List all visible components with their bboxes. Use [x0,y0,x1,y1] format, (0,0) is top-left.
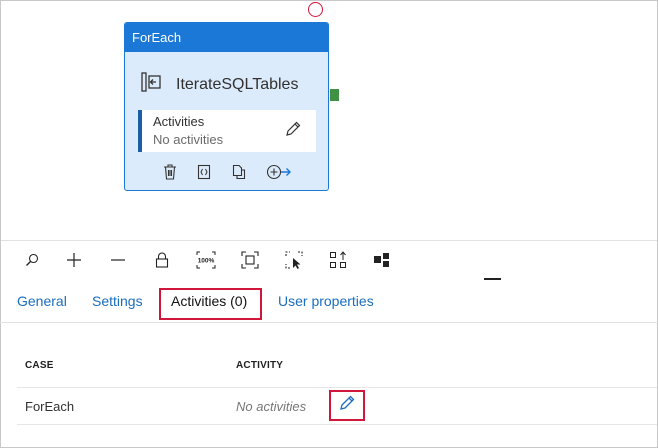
node-name: IterateSQLTables [176,75,299,93]
canvas-toolbar: 100% [1,240,657,277]
zoom-100-icon[interactable]: 100% [195,249,217,271]
zoom-in-icon[interactable] [63,249,85,271]
delete-icon[interactable] [163,164,177,180]
zoom-100-label: 100% [198,258,215,265]
tab-general[interactable]: General [17,293,67,309]
properties-tab-bar: General Settings Activities (0) User pro… [0,282,658,323]
lock-icon[interactable] [151,249,173,271]
column-header-case: CASE [25,360,54,371]
layout-icon[interactable] [371,249,393,271]
add-output-icon[interactable] [266,164,292,180]
activities-tab-highlight [159,288,262,320]
zoom-out-icon[interactable] [107,249,129,271]
node-header: ForEach [125,23,328,52]
case-cell: ForEach [25,399,75,414]
code-icon[interactable] [196,164,212,180]
foreach-activity-node[interactable]: ForEach IterateSQLTables Activities No a… [124,22,329,191]
select-pointer-icon[interactable] [283,249,305,271]
copy-icon[interactable] [231,164,247,180]
highlight-circle [308,2,323,17]
pencil-icon [338,394,356,417]
pencil-icon[interactable] [284,120,302,143]
table-divider [17,387,657,388]
foreach-icon [140,71,162,98]
table-bottom-divider [17,424,657,425]
column-header-activity: ACTIVITY [236,360,284,371]
pipeline-canvas[interactable]: ForEach IterateSQLTables Activities No a… [1,1,657,239]
edit-activities-button[interactable] [329,390,365,421]
search-icon[interactable] [21,249,43,271]
auto-align-icon[interactable] [327,249,349,271]
fit-to-screen-icon[interactable] [239,249,261,271]
tab-user-properties[interactable]: User properties [278,293,374,309]
node-activities-box[interactable]: Activities No activities [138,110,316,152]
activity-cell: No activities [236,399,307,414]
tab-settings[interactable]: Settings [92,293,143,309]
panel-resize-handle[interactable] [484,278,501,280]
success-output-port[interactable] [330,89,339,101]
